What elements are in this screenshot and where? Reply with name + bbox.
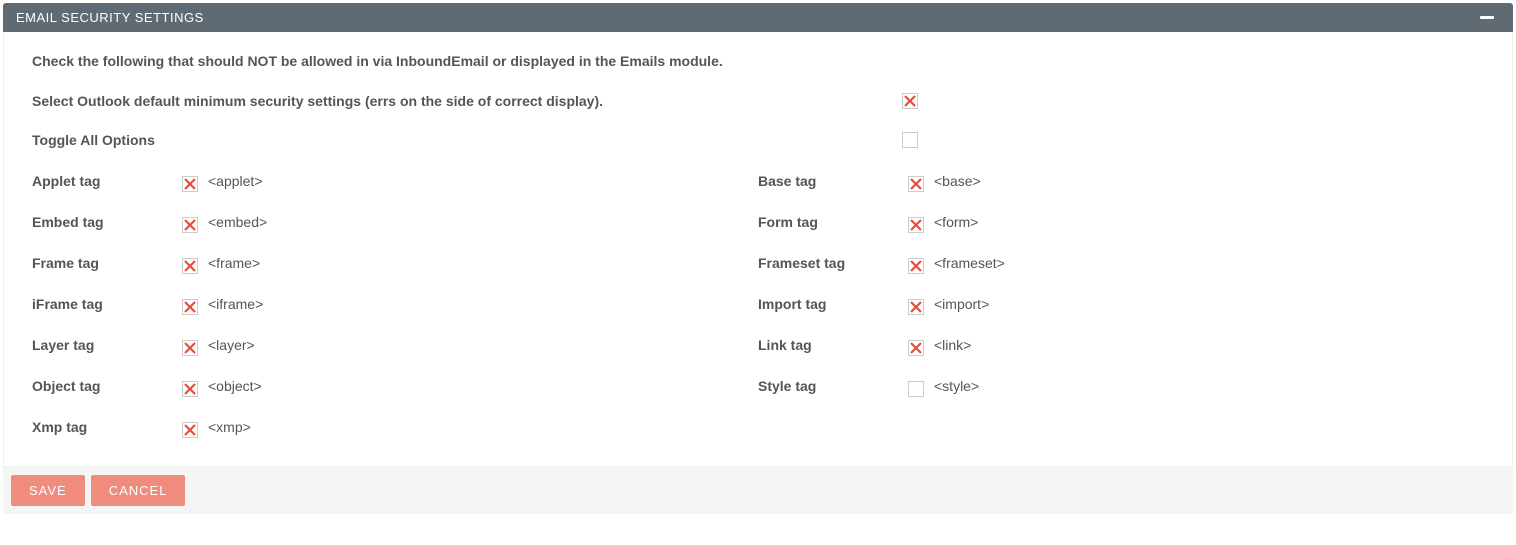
tag-label: Link tag (758, 337, 908, 353)
tag-value: <xmp> (204, 419, 251, 435)
tag-checkbox-style-tag[interactable] (908, 381, 924, 397)
tags-grid: Applet tag <applet> Embed tag <embed> Frame … (32, 161, 1484, 448)
tag-label: Frame tag (32, 255, 182, 271)
panel-body: Check the following that should NOT be a… (3, 32, 1513, 466)
tag-checkbox-object-tag[interactable] (182, 381, 198, 397)
intro-text: Check the following that should NOT be a… (32, 52, 902, 72)
tag-label: iFrame tag (32, 296, 182, 312)
tag-checkbox-import-tag[interactable] (908, 299, 924, 315)
tag-value: <base> (930, 173, 981, 189)
tag-checkbox-layer-tag[interactable] (182, 340, 198, 356)
tag-label: Object tag (32, 378, 182, 394)
tag-checkbox-frameset-tag[interactable] (908, 258, 924, 274)
tag-label: Style tag (758, 378, 908, 394)
save-button[interactable]: SAVE (11, 475, 85, 506)
tag-checkbox-embed-tag[interactable] (182, 217, 198, 233)
tag-checkbox-xmp-tag[interactable] (182, 422, 198, 438)
panel-title: EMAIL SECURITY SETTINGS (16, 10, 204, 25)
tag-label: Embed tag (32, 214, 182, 230)
tag-row-frame-tag: Frame tag <frame> (32, 243, 758, 284)
tag-row-embed-tag: Embed tag <embed> (32, 202, 758, 243)
tag-value: <frame> (204, 255, 260, 271)
tag-value: <import> (930, 296, 989, 312)
tag-label: Import tag (758, 296, 908, 312)
tag-value: <embed> (204, 214, 267, 230)
minus-icon[interactable] (1480, 16, 1494, 19)
tag-value: <frameset> (930, 255, 1005, 271)
tag-row-frameset-tag: Frameset tag <frameset> (758, 243, 1484, 284)
tag-row-layer-tag: Layer tag <layer> (32, 325, 758, 366)
outlook-defaults-label: Select Outlook default minimum security … (32, 92, 902, 112)
tag-value: <object> (204, 378, 262, 394)
tag-row-iframe-tag: iFrame tag <iframe> (32, 284, 758, 325)
tag-label: Applet tag (32, 173, 182, 189)
tag-row-form-tag: Form tag <form> (758, 202, 1484, 243)
tag-row-import-tag: Import tag <import> (758, 284, 1484, 325)
tag-value: <layer> (204, 337, 255, 353)
tag-checkbox-frame-tag[interactable] (182, 258, 198, 274)
tag-checkbox-link-tag[interactable] (908, 340, 924, 356)
tag-row-link-tag: Link tag <link> (758, 325, 1484, 366)
tag-checkbox-base-tag[interactable] (908, 176, 924, 192)
cancel-button[interactable]: CANCEL (91, 475, 186, 506)
tag-checkbox-form-tag[interactable] (908, 217, 924, 233)
tag-checkbox-iframe-tag[interactable] (182, 299, 198, 315)
panel-header: EMAIL SECURITY SETTINGS (3, 3, 1513, 32)
tag-label: Base tag (758, 173, 908, 189)
tag-row-base-tag: Base tag <base> (758, 161, 1484, 202)
tag-label: Form tag (758, 214, 908, 230)
toggle-all-checkbox[interactable] (902, 132, 918, 148)
panel-footer: SAVE CANCEL (3, 466, 1513, 514)
toggle-all-label: Toggle All Options (32, 131, 902, 151)
tag-value: <link> (930, 337, 971, 353)
tag-checkbox-applet-tag[interactable] (182, 176, 198, 192)
tag-value: <iframe> (204, 296, 263, 312)
tag-label: Xmp tag (32, 419, 182, 435)
tag-row-object-tag: Object tag <object> (32, 366, 758, 407)
tag-label: Frameset tag (758, 255, 908, 271)
tag-row-xmp-tag: Xmp tag <xmp> (32, 407, 758, 448)
tag-value: <applet> (204, 173, 263, 189)
tag-value: <form> (930, 214, 978, 230)
tag-label: Layer tag (32, 337, 182, 353)
outlook-defaults-checkbox[interactable] (902, 93, 918, 109)
tag-row-style-tag: Style tag <style> (758, 366, 1484, 407)
tag-value: <style> (930, 378, 979, 394)
email-security-panel: EMAIL SECURITY SETTINGS Check the follow… (3, 3, 1513, 514)
tag-row-applet-tag: Applet tag <applet> (32, 161, 758, 202)
